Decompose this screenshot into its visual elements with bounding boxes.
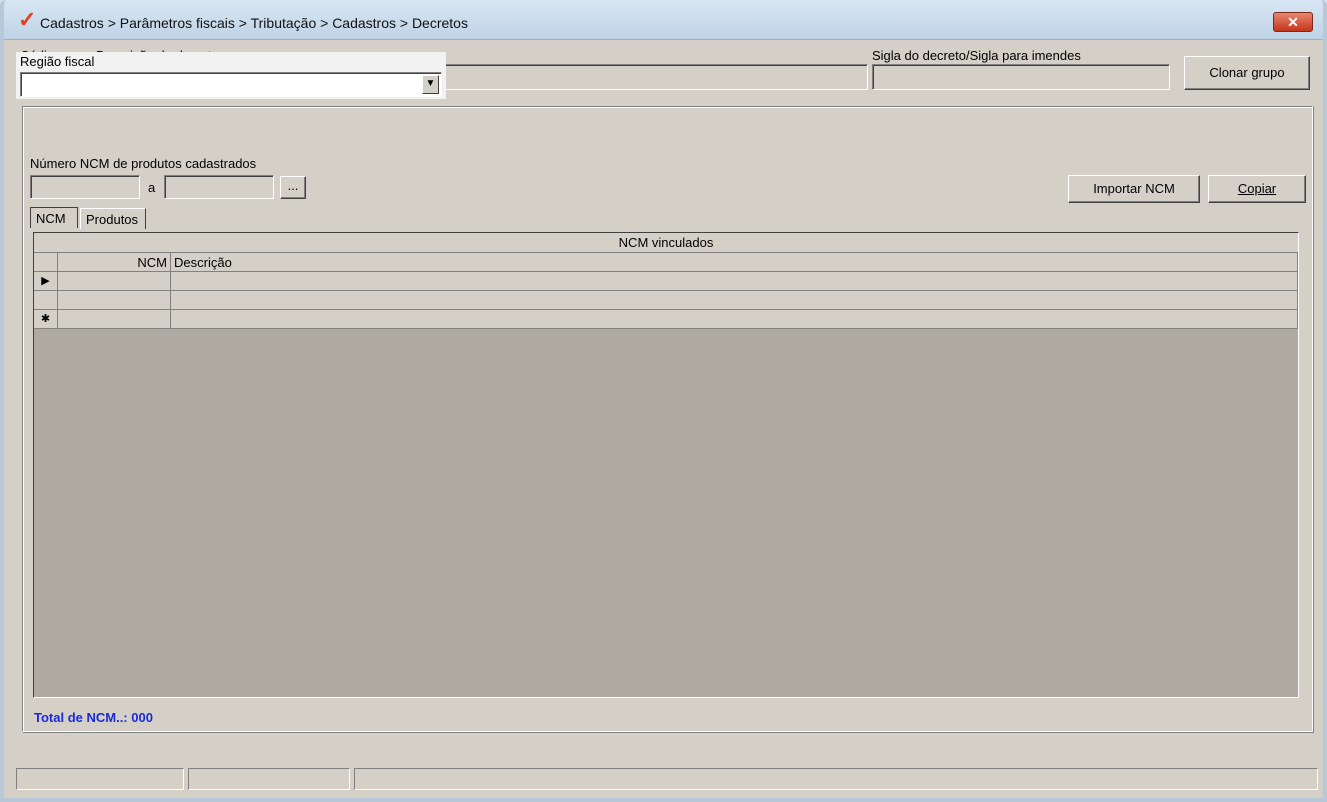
sigla-label: Sigla do decreto/Sigla para imendes — [872, 48, 1081, 63]
close-button[interactable]: ✕ — [1273, 12, 1313, 32]
numero-ncm-label: Número NCM de produtos cadastrados — [30, 156, 257, 171]
importar-ncm-button[interactable]: Importar NCM — [1068, 175, 1200, 203]
clonar-grupo-button[interactable]: Clonar grupo — [1184, 56, 1310, 90]
tab-produtos[interactable]: Produtos — [80, 208, 146, 229]
current-row-icon: ▶ — [34, 272, 58, 291]
close-icon: ✕ — [1287, 14, 1299, 30]
row-indicator — [34, 291, 58, 310]
cell-ncm[interactable] — [58, 310, 171, 329]
sigla-field[interactable] — [872, 64, 1170, 90]
ncm-from-field[interactable] — [30, 175, 140, 199]
regiao-fiscal-label: Região fiscal — [20, 54, 95, 69]
copiar-button[interactable]: Copiar — [1208, 175, 1306, 203]
range-a-label: a — [148, 180, 156, 195]
table-row[interactable]: ✱ — [34, 310, 1298, 329]
chevron-down-icon[interactable]: ▼ — [422, 75, 439, 94]
ncm-to-field[interactable] — [164, 175, 274, 199]
regiao-fiscal-select[interactable]: ▼ — [20, 72, 442, 97]
new-row-icon: ✱ — [34, 310, 58, 329]
cell-ncm[interactable] — [58, 272, 171, 291]
table-row[interactable] — [34, 291, 1298, 310]
title-bar: ✓ Cadastros > Parâmetros fiscais > Tribu… — [4, 0, 1323, 40]
column-header-ncm[interactable]: NCM — [58, 253, 171, 272]
app-logo-icon: ✓ — [18, 7, 37, 32]
cell-descricao[interactable] — [171, 310, 1298, 329]
regiao-fiscal-group: Região fiscal ▼ — [16, 52, 446, 99]
status-panel-2 — [188, 768, 350, 790]
table-row[interactable]: ▶ — [34, 272, 1298, 291]
total-ncm-label: Total de NCM..: 000 — [34, 710, 153, 725]
tab-ncm[interactable]: NCM — [30, 207, 78, 228]
column-header-descricao[interactable]: Descrição — [171, 253, 1298, 272]
cell-descricao[interactable] — [171, 291, 1298, 310]
ellipsis-lookup-button[interactable]: ... — [280, 176, 306, 199]
status-panel-1 — [16, 768, 184, 790]
cell-ncm[interactable] — [58, 291, 171, 310]
status-panel-3 — [354, 768, 1318, 790]
ncm-vinculados-grid[interactable]: NCM vinculados NCM Descrição ▶ ✱ — [33, 232, 1299, 698]
row-indicator-header — [34, 253, 58, 272]
cell-descricao[interactable] — [171, 272, 1298, 291]
window: ✓ Cadastros > Parâmetros fiscais > Tribu… — [0, 0, 1327, 802]
window-title: Cadastros > Parâmetros fiscais > Tributa… — [40, 15, 468, 31]
grid-title: NCM vinculados — [34, 233, 1298, 253]
